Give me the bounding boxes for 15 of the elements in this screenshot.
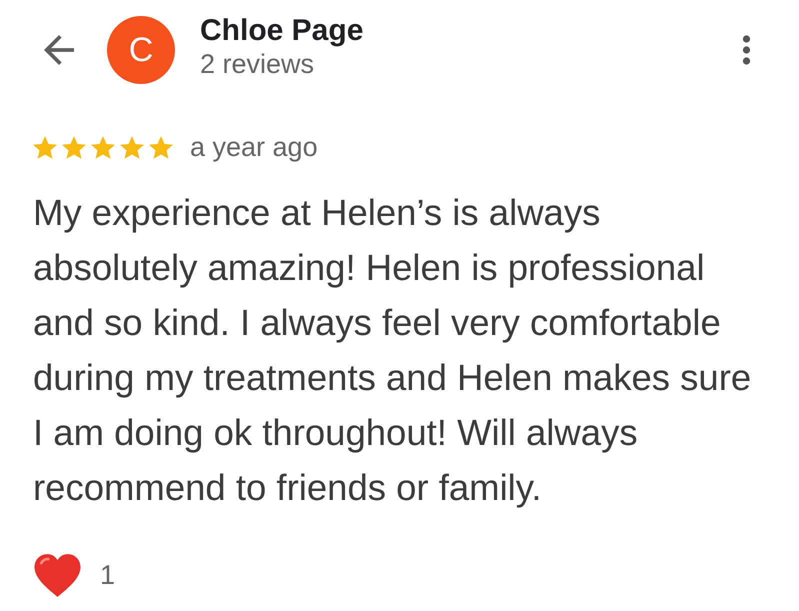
more-options-button[interactable] bbox=[742, 35, 751, 65]
avatar: C bbox=[107, 16, 175, 84]
star-icon bbox=[120, 136, 144, 159]
heart-icon bbox=[33, 553, 82, 598]
review-count: 2 reviews bbox=[200, 48, 316, 80]
reviewer-name: Chloe Page bbox=[200, 14, 364, 48]
star-icon bbox=[91, 136, 115, 159]
review-time: a year ago bbox=[190, 132, 318, 163]
star-icon bbox=[33, 136, 57, 159]
reaction-count: 1 bbox=[100, 560, 116, 591]
back-arrow-icon bbox=[44, 35, 74, 65]
more-options-icon bbox=[742, 35, 751, 65]
star-icon bbox=[62, 136, 86, 159]
review-text: My experience at Helen’s is always absolutely amazing! Helen is professional and so kind. I always feel very comfortable during my treatments and Helen makes sure I am doing ok throughout! Will always recommend to friends or family. bbox=[33, 191, 752, 510]
star-icon bbox=[149, 136, 173, 159]
